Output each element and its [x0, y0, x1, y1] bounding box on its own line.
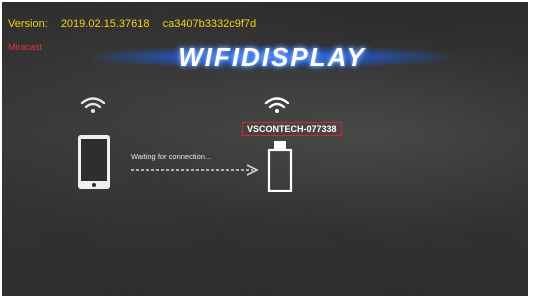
wifidisplay-banner: WIFIDISPLAY	[92, 32, 452, 82]
wifi-icon	[80, 97, 106, 113]
build-hash: ca3407b3332c9f7d	[162, 18, 257, 30]
banner-title: WIFIDISPLAY	[178, 42, 366, 72]
phone-icon	[78, 135, 110, 189]
device-name: VSCONTECH-077338	[242, 122, 342, 136]
mode-label: Miracast	[8, 42, 43, 52]
dongle-icon	[267, 141, 293, 192]
version-number: 2019.02.15.37618	[60, 18, 150, 30]
version-info: Version: 2019.02.15.37618 ca3407b3332c9f…	[8, 18, 256, 30]
connection-status: Waiting for connection...	[131, 152, 212, 161]
wifi-icon	[264, 97, 290, 113]
version-label: Version:	[8, 18, 48, 30]
arrow-right-icon	[131, 164, 259, 176]
tv-screen: Version: 2019.02.15.37618 ca3407b3332c9f…	[2, 2, 528, 296]
